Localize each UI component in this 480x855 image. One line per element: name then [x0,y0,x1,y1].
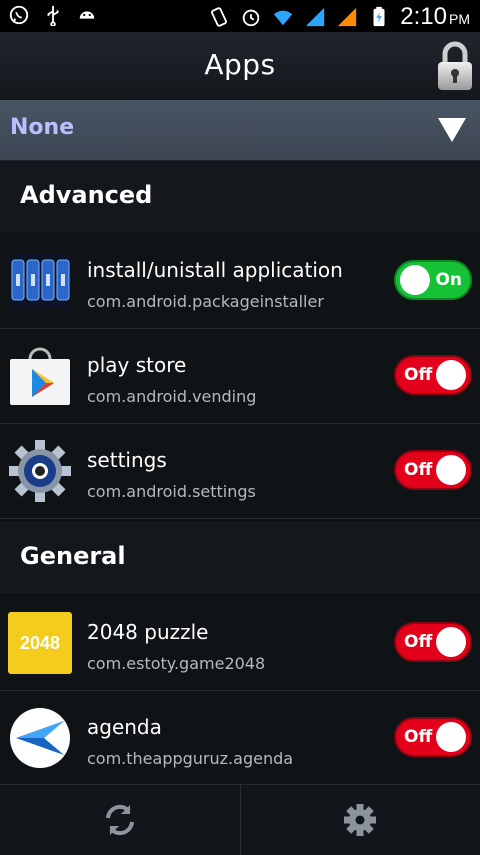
signal-icon [306,7,325,27]
app-bar: Apps [0,32,480,101]
app-name: install/unistall application [87,258,343,282]
lock-icon[interactable] [436,40,474,92]
settings-app-icon [9,440,71,502]
app-package: com.theappguruz.agenda [87,749,294,768]
app-row-agenda[interactable]: agenda com.theappguruz.agenda Off [0,691,480,786]
app-package: com.android.vending [87,387,257,406]
app-name: play store [87,353,187,377]
wifi-icon [274,10,293,26]
gear-icon [344,804,376,836]
app-package: com.android.packageinstaller [87,292,324,311]
android-debug-icon [79,11,95,19]
toggle-state-label: Off [404,727,433,747]
refresh-icon [106,804,134,836]
toggle-knob [436,722,466,752]
toggle-switch[interactable]: Off [394,450,472,490]
app-row-settings[interactable]: settings com.android.settings Off [0,424,480,519]
toggle-state-label: Off [404,632,433,652]
section-label: General [20,542,126,570]
package-installer-icon [10,254,70,308]
toggle-state-label: Off [404,365,433,385]
section-header-advanced: Advanced [0,161,480,233]
app-row-package-installer[interactable]: install/unistall application com.android… [0,234,480,329]
toggle-knob [436,455,466,485]
section-header-general: General [0,522,480,594]
agenda-icon [10,708,70,768]
play-store-icon [10,347,70,405]
toggle-switch[interactable]: Off [394,717,472,757]
app-row-2048-puzzle[interactable]: 2048 2048 puzzle com.estoty.game2048 Off [0,596,480,691]
section-label: Advanced [20,181,153,209]
toggle-switch[interactable]: Off [394,355,472,395]
app-name: settings [87,448,167,472]
signal-icon-2 [338,7,357,27]
refresh-button[interactable] [0,785,240,855]
app-package: com.estoty.game2048 [87,654,266,673]
page-title: Apps [204,48,276,81]
bottom-action-bar [0,784,480,855]
toggle-state-label: On [435,270,462,290]
toggle-switch[interactable]: On [394,260,472,300]
usb-icon [47,5,59,26]
status-bar: 2:10 PM [0,0,480,32]
battery-charging-icon [373,6,385,27]
dropdown-triangle-icon [438,118,466,142]
2048-puzzle-icon: 2048 [8,612,72,674]
toggle-state-label: Off [404,460,433,480]
filter-dropdown[interactable]: None [0,100,480,161]
status-time: 2:10 PM [400,3,470,30]
icon-text: 2048 [19,632,61,653]
settings-button[interactable] [240,785,480,855]
toggle-knob [436,627,466,657]
alarm-icon [243,9,260,27]
app-name: agenda [87,715,162,739]
filter-selected-value: None [10,115,75,140]
vibrate-icon [211,7,228,27]
toggle-knob [436,360,466,390]
app-name: 2048 puzzle [87,620,209,644]
app-package: com.android.settings [87,482,256,501]
toggle-knob [400,265,430,295]
whatsapp-icon [9,5,29,25]
toggle-switch[interactable]: Off [394,622,472,662]
app-row-play-store[interactable]: play store com.android.vending Off [0,329,480,424]
